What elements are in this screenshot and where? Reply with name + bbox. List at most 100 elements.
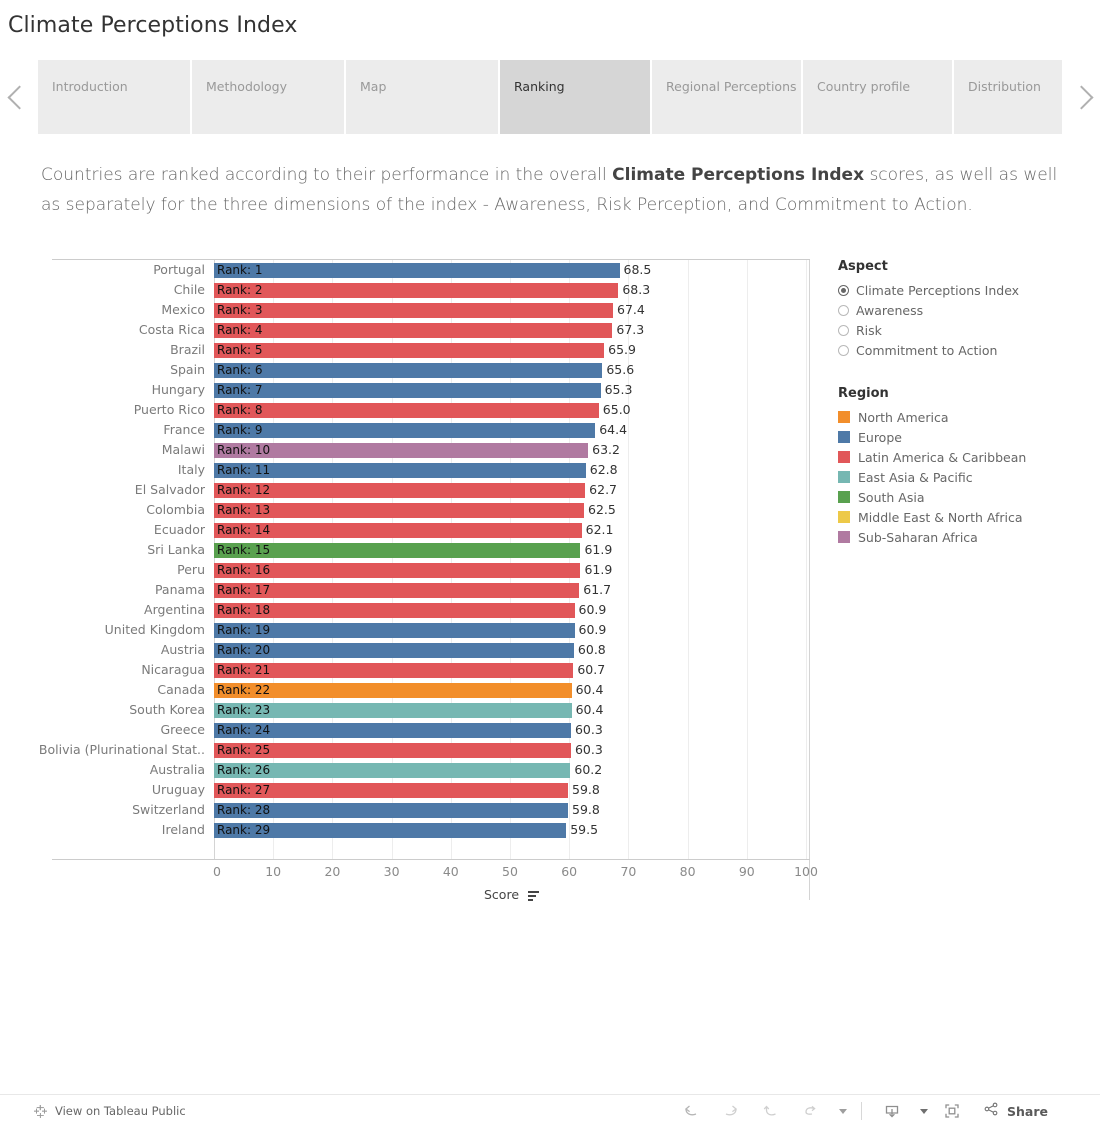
- bar-row[interactable]: Colombia Rank: 13 62.5: [52, 500, 810, 520]
- tabs-prev-arrow-icon[interactable]: [0, 60, 38, 134]
- bar-row[interactable]: Peru Rank: 16 61.9: [52, 560, 810, 580]
- redo-button[interactable]: [711, 1095, 751, 1127]
- tab-country-profile[interactable]: Country profile: [803, 60, 952, 134]
- bar-row[interactable]: Italy Rank: 11 62.8: [52, 460, 810, 480]
- country-label[interactable]: Costa Rica: [139, 320, 210, 340]
- country-label[interactable]: Peru: [177, 560, 210, 580]
- legend-item-middle-east-north-africa[interactable]: Middle East & North Africa: [838, 507, 1088, 527]
- bar[interactable]: Rank: 20: [214, 643, 574, 658]
- country-label[interactable]: Panama: [155, 580, 210, 600]
- bar[interactable]: Rank: 13: [214, 503, 584, 518]
- bar[interactable]: Rank: 8: [214, 403, 599, 418]
- country-label[interactable]: Puerto Rico: [134, 400, 210, 420]
- legend-item-sub-saharan-africa[interactable]: Sub-Saharan Africa: [838, 527, 1088, 547]
- aspect-option-climate-perceptions-index[interactable]: Climate Perceptions Index: [838, 280, 1088, 300]
- country-label[interactable]: South Korea: [129, 700, 210, 720]
- bar-row[interactable]: Canada Rank: 22 60.4: [52, 680, 810, 700]
- bar[interactable]: Rank: 21: [214, 663, 574, 678]
- bar-row[interactable]: Sri Lanka Rank: 15 61.9: [52, 540, 810, 560]
- bar[interactable]: Rank: 7: [214, 383, 601, 398]
- download-button[interactable]: [872, 1095, 912, 1127]
- bar-row[interactable]: United Kingdom Rank: 19 60.9: [52, 620, 810, 640]
- bar-row[interactable]: Portugal Rank: 1 68.5: [52, 260, 810, 280]
- tabs-next-arrow-icon[interactable]: [1062, 60, 1100, 134]
- sort-descending-icon[interactable]: [528, 890, 539, 901]
- country-label[interactable]: Sri Lanka: [147, 540, 210, 560]
- legend-item-north-america[interactable]: North America: [838, 407, 1088, 427]
- bar[interactable]: Rank: 18: [214, 603, 575, 618]
- aspect-option-commitment-to-action[interactable]: Commitment to Action: [838, 340, 1088, 360]
- bar-row[interactable]: Nicaragua Rank: 21 60.7: [52, 660, 810, 680]
- country-label[interactable]: Switzerland: [132, 800, 210, 820]
- bar[interactable]: Rank: 1: [214, 263, 620, 278]
- bar-row[interactable]: Australia Rank: 26 60.2: [52, 760, 810, 780]
- download-dropdown-caret-icon[interactable]: [912, 1095, 932, 1127]
- bar[interactable]: Rank: 12: [214, 483, 586, 498]
- country-label[interactable]: Canada: [157, 680, 210, 700]
- share-button[interactable]: Share: [972, 1095, 1056, 1127]
- country-label[interactable]: El Salvador: [135, 480, 210, 500]
- legend-item-europe[interactable]: Europe: [838, 427, 1088, 447]
- radio-button-icon[interactable]: [838, 304, 849, 316]
- bar-row[interactable]: Brazil Rank: 5 65.9: [52, 340, 810, 360]
- aspect-option-risk[interactable]: Risk: [838, 320, 1088, 340]
- tab-methodology[interactable]: Methodology: [192, 60, 344, 134]
- country-label[interactable]: Argentina: [144, 600, 210, 620]
- bar[interactable]: Rank: 22: [214, 683, 572, 698]
- bar[interactable]: Rank: 2: [214, 283, 619, 298]
- view-on-tableau-public-link[interactable]: View on Tableau Public: [33, 1095, 186, 1127]
- bar-row[interactable]: Costa Rica Rank: 4 67.3: [52, 320, 810, 340]
- bar-row[interactable]: Chile Rank: 2 68.3: [52, 280, 810, 300]
- aspect-option-awareness[interactable]: Awareness: [838, 300, 1088, 320]
- legend-item-latin-america-caribbean[interactable]: Latin America & Caribbean: [838, 447, 1088, 467]
- bar-row[interactable]: Hungary Rank: 7 65.3: [52, 380, 810, 400]
- radio-button-icon[interactable]: [838, 344, 849, 356]
- country-label[interactable]: France: [163, 420, 210, 440]
- bar[interactable]: Rank: 15: [214, 543, 581, 558]
- radio-button-icon[interactable]: [838, 324, 849, 336]
- undo-button[interactable]: [671, 1095, 711, 1127]
- country-label[interactable]: Colombia: [146, 500, 210, 520]
- bar[interactable]: Rank: 23: [214, 703, 572, 718]
- country-label[interactable]: Nicaragua: [141, 660, 210, 680]
- tab-regional-perceptions[interactable]: Regional Perceptions: [652, 60, 801, 134]
- country-label[interactable]: Italy: [178, 460, 210, 480]
- revert-button[interactable]: [751, 1095, 791, 1127]
- bar-row[interactable]: Ecuador Rank: 14 62.1: [52, 520, 810, 540]
- country-label[interactable]: Hungary: [152, 380, 210, 400]
- country-label[interactable]: Mexico: [161, 300, 210, 320]
- country-label[interactable]: Brazil: [170, 340, 210, 360]
- bar-row[interactable]: Austria Rank: 20 60.8: [52, 640, 810, 660]
- refresh-button[interactable]: [791, 1095, 831, 1127]
- bar-row[interactable]: Switzerland Rank: 28 59.8: [52, 800, 810, 820]
- country-label[interactable]: Chile: [174, 280, 210, 300]
- fullscreen-button[interactable]: [932, 1095, 972, 1127]
- country-label[interactable]: United Kingdom: [105, 620, 210, 640]
- bar[interactable]: Rank: 28: [214, 803, 569, 818]
- country-label[interactable]: Ireland: [162, 820, 210, 840]
- tab-map[interactable]: Map: [346, 60, 498, 134]
- refresh-dropdown-caret-icon[interactable]: [831, 1095, 851, 1127]
- country-label[interactable]: Portugal: [153, 260, 210, 280]
- bar[interactable]: Rank: 19: [214, 623, 575, 638]
- bar-row[interactable]: France Rank: 9 64.4: [52, 420, 810, 440]
- bar[interactable]: Rank: 5: [214, 343, 605, 358]
- bar[interactable]: Rank: 25: [214, 743, 571, 758]
- country-label[interactable]: Malawi: [162, 440, 210, 460]
- country-label[interactable]: Austria: [161, 640, 210, 660]
- bar[interactable]: Rank: 11: [214, 463, 586, 478]
- bar-row[interactable]: Uruguay Rank: 27 59.8: [52, 780, 810, 800]
- country-label[interactable]: Australia: [150, 760, 210, 780]
- bar-row[interactable]: Ireland Rank: 29 59.5: [52, 820, 810, 840]
- bar-row[interactable]: Malawi Rank: 10 63.2: [52, 440, 810, 460]
- tab-distribution[interactable]: Distribution: [954, 60, 1062, 134]
- legend-item-east-asia-pacific[interactable]: East Asia & Pacific: [838, 467, 1088, 487]
- bar[interactable]: Rank: 6: [214, 363, 603, 378]
- bar[interactable]: Rank: 14: [214, 523, 582, 538]
- radio-button-icon[interactable]: [838, 284, 849, 296]
- bar[interactable]: Rank: 10: [214, 443, 589, 458]
- country-label[interactable]: Uruguay: [152, 780, 210, 800]
- legend-item-south-asia[interactable]: South Asia: [838, 487, 1088, 507]
- bar[interactable]: Rank: 29: [214, 823, 567, 838]
- country-label[interactable]: Greece: [161, 720, 211, 740]
